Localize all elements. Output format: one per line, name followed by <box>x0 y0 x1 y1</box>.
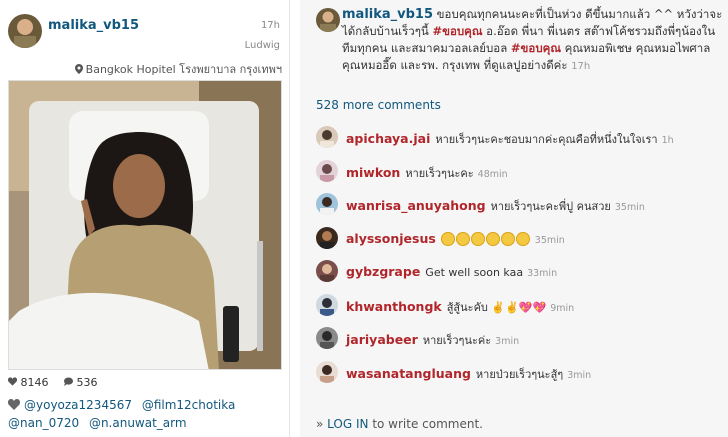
comment-time: 3min <box>495 336 520 347</box>
post-location[interactable]: Bangkok Hopitel โรงพยาบาล กรุงเทพฯ <box>8 60 282 78</box>
comments-count: 536 <box>76 376 98 389</box>
likers-list: @yoyoza1234567 @film12chotika @nan_0720 … <box>8 396 284 432</box>
comment-username[interactable]: jariyabeer <box>346 332 418 347</box>
liker-link[interactable]: @nan_0720 <box>8 416 79 430</box>
comment-time: 35min <box>614 202 645 213</box>
comment-item: alyssonjesus 35min <box>316 223 724 257</box>
avatar[interactable] <box>316 260 338 282</box>
comment-username[interactable]: wasanatangluang <box>346 366 471 381</box>
post-card: malika_vb15 17h Ludwig Bangkok Hopitel โ… <box>0 0 290 437</box>
emoji-icon <box>485 231 500 246</box>
comment-text <box>440 231 531 246</box>
avatar[interactable] <box>8 14 42 48</box>
comment-text: สู้สู้นะคับ ✌️✌️💖💖 <box>446 300 547 314</box>
comment-time: 1h <box>661 135 674 146</box>
comment-time: 33min <box>527 268 558 279</box>
comment-item: miwkon หายเร็วๆนะคะ 48min <box>316 156 724 190</box>
comment-time: 48min <box>477 168 508 180</box>
comment-item: khwanthongk สู้สู้นะคับ ✌️✌️💖💖 9min <box>316 290 724 324</box>
likes-count: 8146 <box>20 376 49 389</box>
comment-bubble-icon <box>64 377 73 386</box>
emoji-icon <box>470 231 485 246</box>
comment-username[interactable]: gybzgrape <box>346 264 420 279</box>
liker-link[interactable]: @yoyoza1234567 <box>24 398 132 412</box>
heart-icon <box>7 377 18 386</box>
login-suffix: to write comment. <box>368 417 483 431</box>
caption-text: malika_vb15 ขอบคุณทุกคนนะคะที่เป็นห่วง ด… <box>342 6 724 75</box>
comment-username[interactable]: alyssonjesus <box>346 231 436 246</box>
post-photo[interactable] <box>8 80 282 370</box>
login-prompt: » LOG IN to write comment. <box>316 417 483 431</box>
comment-username[interactable]: miwkon <box>346 165 400 180</box>
avatar[interactable] <box>316 226 338 249</box>
heart-outline-icon <box>8 399 20 410</box>
emoji-icon <box>440 231 455 246</box>
comment-text: หายป่วยเร็วๆนะสู้ๆ <box>475 367 564 381</box>
comment-item: wanrisa_anuyahong หายเร็วๆนะคะพี่ปู คนสวย… <box>316 189 724 223</box>
post-time: 17h <box>260 20 280 31</box>
comment-username[interactable]: khwanthongk <box>346 299 442 314</box>
location-pin-icon <box>74 64 83 74</box>
caption-username[interactable]: malika_vb15 <box>342 7 433 22</box>
comments-stat: 536 <box>64 376 104 389</box>
liker-link[interactable]: @n.anuwat_arm <box>89 416 187 430</box>
login-prefix: » <box>316 417 328 431</box>
emoji-icon <box>455 231 470 246</box>
comment-text: หายเร็วๆนะคะพี่ปู คนสวย <box>490 200 611 213</box>
comment-item: wasanatangluang หายป่วยเร็วๆนะสู้ๆ 3min <box>316 357 724 391</box>
more-comments-link[interactable]: 528 more comments <box>316 98 441 112</box>
emoji-icon <box>500 231 515 246</box>
comment-item: gybzgrape Get well soon kaa 33min <box>316 256 724 290</box>
comment-time: 3min <box>567 369 592 381</box>
post-username[interactable]: malika_vb15 <box>48 18 139 33</box>
emoji-icon <box>515 231 530 246</box>
avatar[interactable] <box>316 360 338 383</box>
hashtag-link[interactable]: #ขอบคุณ <box>432 24 482 38</box>
post-stats: 8146 536 <box>7 376 110 389</box>
liker-link[interactable]: @film12chotika <box>142 398 236 412</box>
comment-username[interactable]: wanrisa_anuyahong <box>346 198 486 213</box>
comment-text: Get well soon kaa <box>425 266 524 279</box>
avatar[interactable] <box>316 293 338 316</box>
comment-text: หายเร็วๆนะคะชอบมากค่ะคุณคือที่หนึ่งในใจเ… <box>435 133 658 146</box>
post-device: Ludwig <box>244 40 280 51</box>
comment-time: 35min <box>534 234 565 246</box>
avatar[interactable] <box>316 327 338 349</box>
avatar[interactable] <box>316 126 338 148</box>
comment-time: 9min <box>550 302 575 314</box>
comment-username[interactable]: apichaya.jai <box>346 131 430 146</box>
post-header: malika_vb15 17h Ludwig <box>8 10 282 58</box>
comment-text: หายเร็วๆนะค่ะ <box>422 334 492 347</box>
caption-avatar[interactable] <box>316 8 340 32</box>
comment-item: apichaya.jai หายเร็วๆนะคะชอบมากค่ะคุณคือท… <box>316 122 724 156</box>
avatar[interactable] <box>316 193 338 215</box>
caption-time: 17h <box>571 61 591 72</box>
comment-item: jariyabeer หายเร็วๆนะค่ะ 3min <box>316 323 724 357</box>
likes-stat: 8146 <box>7 376 55 389</box>
avatar[interactable] <box>316 159 338 182</box>
comment-list: apichaya.jai หายเร็วๆนะคะชอบมากค่ะคุณคือท… <box>316 122 724 390</box>
comment-text: หายเร็วๆนะคะ <box>405 166 474 180</box>
hashtag-link[interactable]: #ขอบคุณ <box>511 41 561 55</box>
login-link[interactable]: LOG IN <box>327 417 368 431</box>
comments-panel: malika_vb15 ขอบคุณทุกคนนะคะที่เป็นห่วง ด… <box>300 0 728 437</box>
caption: malika_vb15 ขอบคุณทุกคนนะคะที่เป็นห่วง ด… <box>316 6 724 75</box>
location-label: Bangkok Hopitel โรงพยาบาล กรุงเทพฯ <box>85 63 282 76</box>
